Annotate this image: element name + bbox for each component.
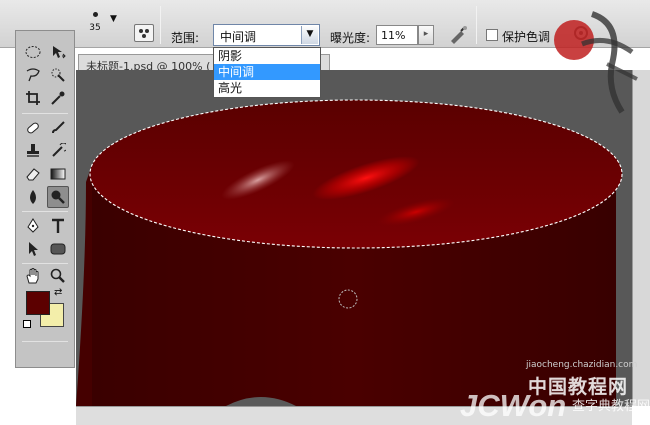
range-select-value: 中间调: [220, 30, 257, 44]
tools-separator: [22, 341, 68, 342]
exposure-label: 曝光度:: [330, 31, 371, 45]
zoom-tool-icon[interactable]: [47, 265, 69, 287]
default-colors-icon[interactable]: [23, 320, 31, 328]
clone-stamp-tool-icon[interactable]: [22, 140, 44, 162]
foreground-color-swatch[interactable]: [26, 291, 50, 315]
swap-colors-icon[interactable]: ⇄: [54, 287, 62, 298]
brush-tip-icon: [92, 12, 98, 17]
hand-tool-icon[interactable]: [22, 265, 44, 287]
tools-separator: [22, 113, 68, 114]
brush-panel-button[interactable]: [134, 24, 154, 42]
marquee-tool-icon[interactable]: [22, 41, 44, 63]
brush-preset-dropdown-icon[interactable]: ▼: [110, 14, 117, 24]
document-canvas-area[interactable]: [76, 70, 632, 406]
watermark-logo-seal: [554, 11, 638, 114]
range-dropdown-list: 阴影 中间调 高光: [213, 47, 321, 98]
range-label: 范围:: [171, 31, 200, 45]
tools-separator: [22, 211, 68, 212]
burn-tool-icon[interactable]: [47, 186, 69, 208]
blur-tool-icon[interactable]: [22, 186, 44, 208]
watermark-tag: 查字典教程网: [572, 399, 650, 414]
eyedropper-tool-icon[interactable]: [47, 87, 69, 109]
right-panel-strip: [632, 70, 650, 406]
type-tool-icon[interactable]: [47, 215, 69, 237]
path-selection-tool-icon[interactable]: [22, 238, 44, 260]
lasso-tool-icon[interactable]: [22, 64, 44, 86]
crop-tool-icon[interactable]: [22, 87, 44, 109]
brush-tool-icon[interactable]: [47, 117, 69, 139]
range-option-highlights[interactable]: 高光: [214, 80, 320, 96]
brush-preset-picker[interactable]: 35: [84, 9, 106, 39]
spot-healing-tool-icon[interactable]: [22, 117, 44, 139]
range-option-midtones[interactable]: 中间调: [214, 64, 320, 80]
gradient-tool-icon[interactable]: [47, 163, 69, 185]
canvas-artwork[interactable]: [76, 70, 632, 406]
watermark-url: jiaocheng.chazidian.com: [526, 360, 638, 370]
tools-panel: ⇄: [15, 30, 75, 368]
quick-selection-tool-icon[interactable]: [47, 64, 69, 86]
move-tool-icon[interactable]: [47, 41, 69, 63]
chevron-down-icon[interactable]: ▼: [301, 26, 318, 44]
exposure-slider-button[interactable]: ▸: [418, 25, 434, 45]
protect-tones-checkbox[interactable]: [486, 29, 498, 41]
exposure-input[interactable]: 11%: [376, 25, 418, 45]
options-separator: [476, 6, 477, 44]
brush-size-value: 35: [89, 23, 101, 33]
airbrush-icon[interactable]: [447, 23, 469, 45]
range-select[interactable]: 中间调 ▼: [213, 24, 320, 46]
eraser-tool-icon[interactable]: [22, 163, 44, 185]
brush-panel-icon: [139, 29, 149, 38]
history-brush-tool-icon[interactable]: [47, 140, 69, 162]
protect-tones-label: 保护色调: [502, 30, 551, 44]
watermark-jcw: JCWon: [460, 388, 567, 423]
pen-tool-icon[interactable]: [22, 215, 44, 237]
shape-tool-icon[interactable]: [47, 238, 69, 260]
range-option-shadows[interactable]: 阴影: [214, 48, 320, 64]
options-separator: [160, 6, 161, 44]
tools-separator: [22, 263, 68, 264]
